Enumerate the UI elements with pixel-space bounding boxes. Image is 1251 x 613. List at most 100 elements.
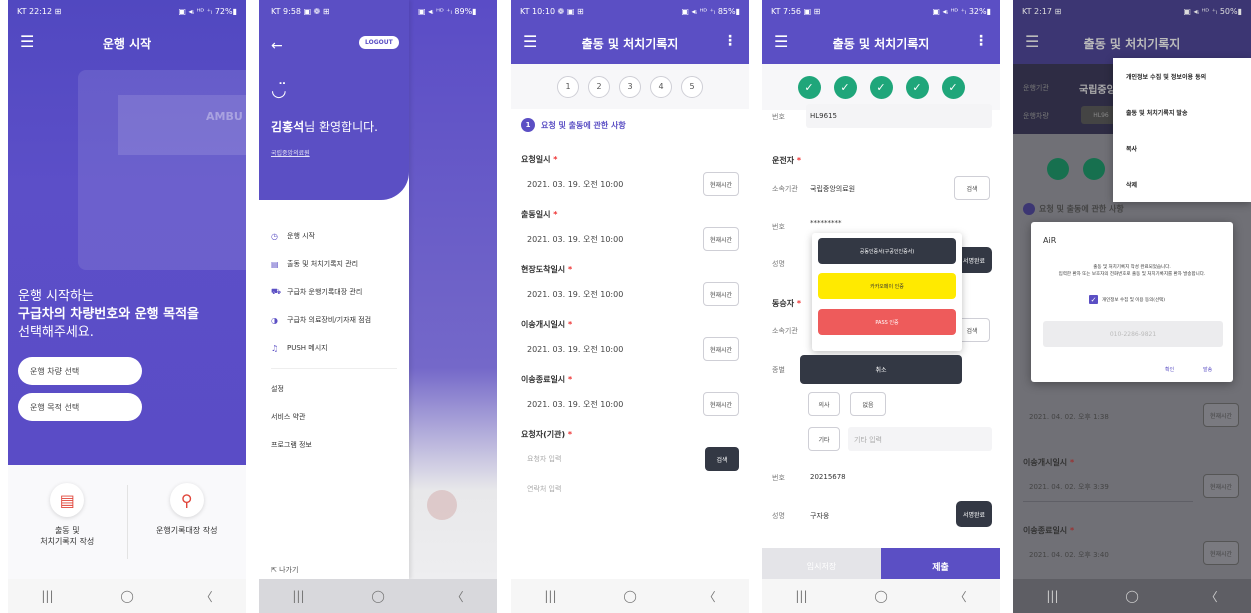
check-icon[interactable]: ✓ — [941, 75, 965, 99]
recent-apps-icon[interactable]: ||| — [292, 589, 304, 603]
menu-icon[interactable]: ☰ — [774, 32, 788, 51]
home-icon[interactable]: ◯ — [623, 589, 636, 603]
system-navbar: ||| ◯ 〈 — [259, 579, 497, 613]
step-5[interactable]: 5 — [681, 75, 703, 98]
now-button[interactable]: 현재시간 — [703, 392, 739, 416]
write-record-card[interactable]: ▤ 출동 및 처치기록지 작성 — [8, 465, 127, 579]
menu-item-push[interactable]: ♫ PUSH 메시지 — [271, 334, 409, 362]
search-button[interactable]: 검색 — [705, 447, 739, 471]
sign-complete-button[interactable]: 서명완료 — [956, 501, 992, 527]
home-icon[interactable]: ◯ — [371, 589, 384, 603]
recent-apps-icon[interactable]: ||| — [795, 589, 807, 603]
ok-button[interactable]: 확인 — [1165, 366, 1174, 373]
step-4[interactable]: 4 — [650, 75, 672, 98]
org-link[interactable]: 국립중앙의료원 — [271, 148, 310, 157]
back-icon[interactable]: 〈 — [452, 588, 464, 605]
recent-apps-icon[interactable]: ||| — [544, 589, 556, 603]
now-button[interactable]: 현재시간 — [703, 227, 739, 251]
logout-button[interactable]: LOGOUT — [359, 36, 399, 49]
step-2[interactable]: 2 — [588, 75, 610, 98]
menu-item-about[interactable]: 프로그램 정보 — [271, 431, 409, 459]
check-icon[interactable]: ✓ — [833, 75, 857, 99]
write-logbook-card[interactable]: ⚲ 운행기록대장 작성 — [128, 465, 247, 579]
menu-item-settings[interactable]: 설정 — [271, 375, 409, 403]
check-icon[interactable]: ✓ — [797, 75, 821, 99]
back-icon[interactable]: 〈 — [201, 588, 213, 605]
check-icon[interactable]: ✓ — [905, 75, 929, 99]
menu-icon[interactable]: ☰ — [523, 32, 537, 51]
cert-auth-button[interactable]: 공동인증서(구공인인증서) — [818, 238, 956, 264]
select-vehicle-button[interactable]: 운행 차량 선택 — [18, 357, 142, 385]
menu-item-consent[interactable]: 개인정보 수집 및 정보이용 동의 — [1113, 58, 1251, 94]
menu-icon[interactable]: ☰ — [20, 32, 34, 51]
recent-apps-icon[interactable]: ||| — [41, 589, 53, 603]
form-fields: 요청일시 * 2021. 03. 19. 오전 10:00 현재시간 출동일시 *… — [511, 154, 749, 501]
home-icon[interactable]: ◯ — [120, 589, 133, 603]
step-1[interactable]: 1 — [557, 75, 579, 98]
now-button[interactable]: 현재시간 — [703, 172, 739, 196]
datetime-field[interactable]: 2021. 03. 19. 오전 10:00 — [521, 234, 623, 245]
other-input[interactable]: 기타 입력 — [854, 435, 882, 445]
system-navbar: ||| ◯ 〈 — [1013, 579, 1251, 613]
menu-item-equipment-check[interactable]: ◑ 구급차 의료장비/기자재 점검 — [271, 306, 409, 334]
name-label: 성명 — [772, 260, 785, 268]
screen-drive-start: AMBU KT 22:12 ⊞ ▣ ◂ᵢ ᴴᴰ ⁺ₗ 72%▮ ☰ 운행 시작 … — [8, 0, 246, 613]
number-label: 번호 — [772, 113, 785, 121]
back-icon[interactable]: 〈 — [704, 588, 716, 605]
now-button[interactable]: 현재시간 — [1203, 541, 1239, 565]
now-button[interactable]: 현재시간 — [1203, 474, 1239, 498]
menu-icon[interactable]: ☰ — [1025, 32, 1039, 51]
driver-heading: 운전자 * — [772, 156, 802, 165]
back-arrow-icon[interactable]: ← — [271, 38, 283, 54]
consent-checkbox[interactable]: ✓ 개인정보 수집 및 이용 동의(선택) — [1089, 295, 1165, 304]
recent-apps-icon[interactable]: ||| — [1046, 589, 1058, 603]
option-other[interactable]: 기타 — [808, 427, 840, 451]
status-left: KT 7:56 ▣ ⊞ — [771, 6, 821, 16]
back-icon[interactable]: 〈 — [955, 588, 967, 605]
menu-item-send[interactable]: 출동 및 처치기록지 발송 — [1113, 94, 1251, 130]
more-icon[interactable]: ⋮ — [723, 33, 737, 49]
send-button[interactable]: 발송 — [1203, 366, 1212, 373]
menu-item-delete[interactable]: 삭제 — [1113, 166, 1251, 202]
cancel-button[interactable]: 취소 — [800, 355, 962, 384]
datetime-field[interactable]: 2021. 03. 19. 오전 10:00 — [521, 179, 623, 190]
menu-item-copy[interactable]: 복사 — [1113, 130, 1251, 166]
contact-input[interactable]: 연락처 입력 — [521, 484, 561, 494]
kakao-auth-button[interactable]: 카카오페이 인증 — [818, 273, 956, 299]
dimmed-background — [409, 0, 497, 613]
datetime-field[interactable]: 2021. 03. 19. 오전 10:00 — [521, 399, 623, 410]
menu-item-drive-start[interactable]: ◷ 운행 시작 — [271, 222, 409, 250]
step-3[interactable]: 3 — [619, 75, 641, 98]
option-none[interactable]: 없음 — [850, 392, 886, 416]
check-icon[interactable]: ✓ — [869, 75, 893, 99]
clock-icon: ◷ — [271, 231, 278, 241]
datetime-field[interactable]: 2021. 03. 19. 오전 10:00 — [521, 344, 623, 355]
now-button[interactable]: 현재시간 — [1203, 403, 1239, 427]
status-bar: KT 9:58 ▣ ❁ ⊞ — [271, 0, 397, 22]
home-icon[interactable]: ◯ — [874, 589, 887, 603]
exit-button[interactable]: ⇱ 나가기 — [271, 565, 298, 575]
datetime-field[interactable]: 2021. 03. 19. 오전 10:00 — [521, 289, 623, 300]
menu-item-terms[interactable]: 서비스 약관 — [271, 403, 409, 431]
requester-input[interactable]: 요청자 입력 — [521, 454, 561, 464]
pass-auth-button[interactable]: PASS 인증 — [818, 309, 956, 335]
search-button[interactable]: 검색 — [954, 176, 990, 200]
option-doctor[interactable]: 의사 — [808, 392, 840, 416]
card-label-1: 출동 및 — [54, 526, 80, 535]
back-icon[interactable]: 〈 — [1206, 588, 1218, 605]
menu-item-logbook-manage[interactable]: ⛟ 구급차 운행기록대장 관리 — [271, 278, 409, 306]
headline-line-1: 운행 시작하는 — [18, 289, 94, 304]
menu-item-record-manage[interactable]: ▤ 출동 및 처치기록지 관리 — [271, 250, 409, 278]
required-mark: * — [567, 265, 573, 274]
select-purpose-button[interactable]: 운행 목적 선택 — [18, 393, 142, 421]
now-button[interactable]: 현재시간 — [703, 337, 739, 361]
now-button[interactable]: 현재시간 — [703, 282, 739, 306]
card-label-2: 처치기록지 작성 — [40, 537, 95, 546]
phone-input[interactable]: 010-2286-9821 — [1043, 321, 1223, 347]
home-icon[interactable]: ◯ — [1125, 589, 1138, 603]
bell-icon: ♫ — [271, 343, 279, 353]
more-icon[interactable]: ⋮ — [974, 33, 988, 49]
org-label: 운행기관 — [1023, 84, 1049, 92]
status-right: ▣ ◂ᵢ ᴴᴰ ⁺ₗ 50%▮ — [1183, 6, 1242, 16]
screen-drawer: KT 9:58 ▣ ❁ ⊞ ← LOGOUT ◡̈ 김홍석님 환영합니다. 국립… — [259, 0, 497, 613]
